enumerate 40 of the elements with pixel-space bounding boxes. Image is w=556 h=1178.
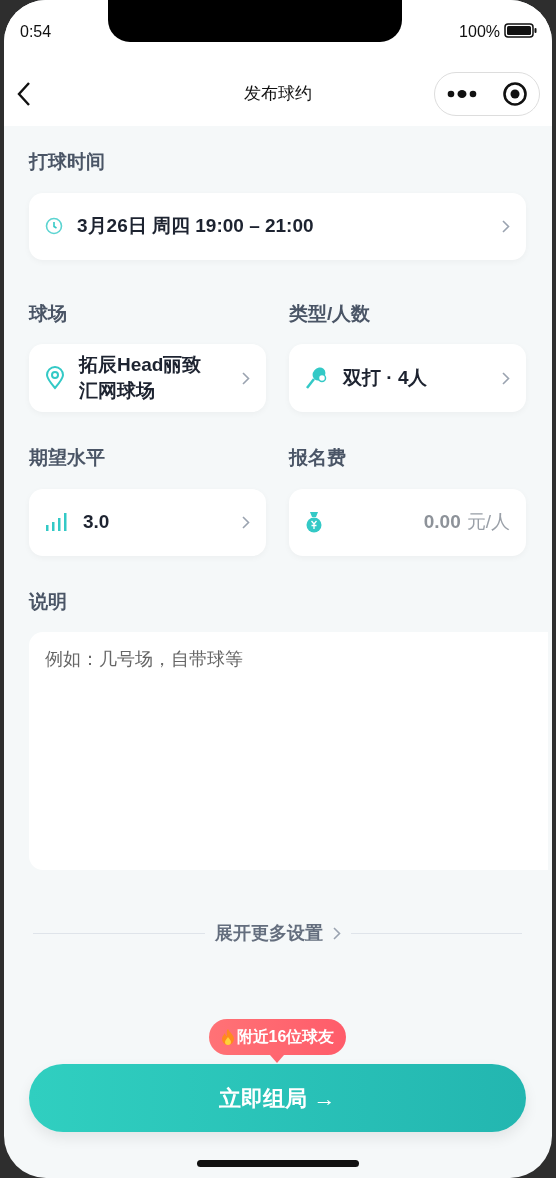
field-label: 说明 (29, 589, 67, 614)
target-icon (501, 81, 528, 107)
battery-percentage: 100% (459, 22, 500, 42)
battery-icon (504, 20, 538, 38)
fee-unit: 元/人 (466, 511, 510, 533)
location-pin-icon (45, 366, 65, 390)
chevron-icon (502, 371, 510, 385)
close-button[interactable] (501, 81, 528, 107)
nearby-players-tooltip: 附近16位球友 (208, 1019, 347, 1063)
chevron-icon (242, 515, 250, 529)
picker-value: 双打 · 4人 (343, 366, 429, 391)
chevron-icon (242, 371, 250, 385)
picker-field[interactable]: 双打 · 4人 (289, 344, 526, 412)
field-label: 报名费 (289, 446, 346, 470)
signal-bars-icon (45, 512, 69, 532)
expand-settings-link[interactable]: 展开更多设置 (214, 920, 341, 947)
more-icon (446, 88, 479, 100)
status-time: 0:54 (20, 22, 52, 42)
racket-icon (305, 366, 329, 390)
picker-field[interactable]: 3.0 (29, 488, 266, 556)
picker-field[interactable]: 3月26日 周四 19:00 – 21:00 (29, 192, 526, 260)
picker-field[interactable]: 拓辰Head丽致汇网球场 (29, 344, 266, 412)
clock-icon (45, 217, 63, 235)
tooltip-pointer (270, 1055, 285, 1063)
chevron-icon (332, 927, 341, 940)
money-bag-icon (305, 511, 323, 533)
fire-icon (220, 1028, 235, 1046)
chevron-icon (502, 219, 510, 233)
field-label: 球场 (29, 301, 67, 326)
page-title: 发布球约 (244, 83, 312, 106)
picker-value: 拓辰Head丽致汇网球场 (79, 353, 203, 403)
field-label: 类型/人数 (289, 301, 371, 326)
back-icon (16, 81, 32, 107)
fee-input[interactable]: 0.00 (380, 509, 461, 535)
field-label: 打球时间 (29, 150, 105, 174)
field-label: 期望水平 (29, 446, 105, 470)
more-button[interactable] (446, 88, 479, 100)
picker-value: 3.0 (83, 510, 111, 535)
picker-value: 3月26日 周四 19:00 – 21:00 (77, 214, 315, 239)
description-input[interactable]: 例如：几号场，自带球等 (29, 632, 548, 870)
